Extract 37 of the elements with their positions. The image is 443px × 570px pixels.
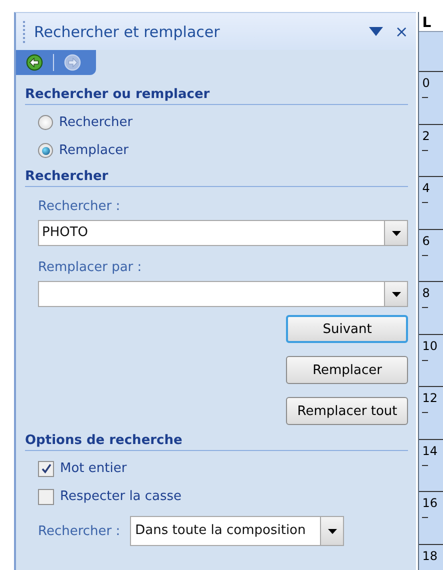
- checkbox-label[interactable]: Respecter la casse: [60, 489, 182, 504]
- search-combo-box[interactable]: PHOTO: [38, 220, 408, 246]
- field-label: Remplacer par :: [38, 260, 143, 275]
- ruler-number: 18: [421, 548, 438, 562]
- ruler-number: 14: [421, 444, 438, 458]
- ruler-number: 4: [421, 181, 430, 195]
- field-label: Rechercher :: [38, 524, 120, 538]
- section-heading: Rechercher ou remplacer: [25, 87, 408, 105]
- section-heading: Options de recherche: [25, 433, 408, 451]
- dropdown-icon[interactable]: [368, 27, 383, 36]
- section-heading: Rechercher: [25, 169, 408, 187]
- radio-button[interactable]: [38, 115, 53, 130]
- replace-combo-box[interactable]: [38, 281, 408, 307]
- ruler-number: 0: [421, 76, 430, 90]
- checkbox-label[interactable]: Mot entier: [60, 461, 127, 476]
- caret-icon: [392, 292, 401, 296]
- caret-icon: [328, 528, 337, 534]
- checkbox[interactable]: [38, 460, 54, 476]
- radio-label[interactable]: Rechercher: [59, 115, 133, 130]
- pane-title: Rechercher et remplacer: [34, 22, 221, 40]
- action-button[interactable]: Remplacer tout: [286, 397, 408, 425]
- scope-dropdown[interactable]: Dans toute la composition: [130, 516, 344, 546]
- radio-label[interactable]: Remplacer: [59, 143, 128, 158]
- ruler-number: 12: [421, 391, 438, 405]
- checkbox[interactable]: [38, 488, 54, 504]
- radio-button[interactable]: [38, 143, 53, 158]
- ruler-number: 10: [421, 338, 438, 352]
- close-button[interactable]: ×: [394, 22, 408, 41]
- action-button[interactable]: Remplacer: [286, 356, 408, 384]
- field-label: Rechercher :: [38, 199, 122, 214]
- ruler-number: 6: [421, 234, 430, 248]
- ruler-corner-label: L: [421, 15, 432, 31]
- ruler-number: 2: [421, 128, 430, 142]
- ruler-number: 8: [421, 286, 430, 300]
- ruler-number: 16: [421, 496, 438, 510]
- caret-icon: [392, 230, 401, 236]
- action-button[interactable]: Suivant: [286, 315, 408, 343]
